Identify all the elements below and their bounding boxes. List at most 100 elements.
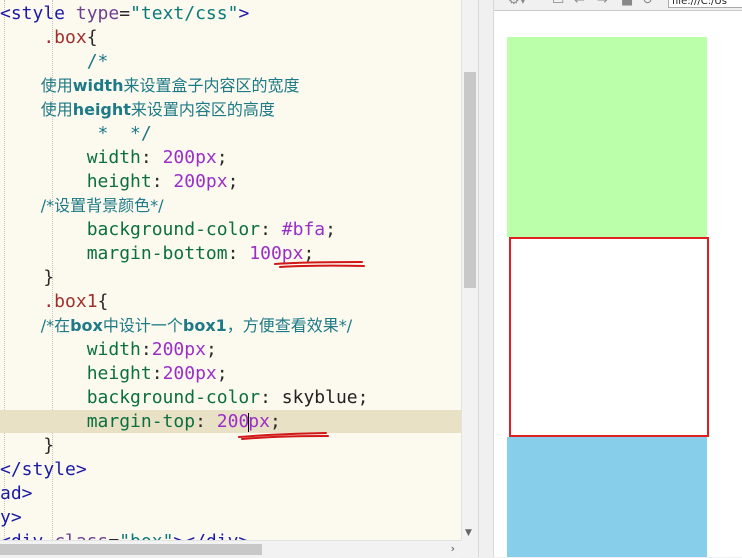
- code-token: <style: [0, 3, 76, 24]
- code-token: background-color: [0, 387, 261, 408]
- code-token: px: [184, 339, 206, 360]
- code-line: 使用width来设置盒子内容区的宽度: [0, 74, 300, 98]
- code-line: width:200px;: [0, 338, 217, 362]
- code-token: ，方便查看效果*/: [226, 316, 353, 335]
- code-token: background-color: [0, 219, 261, 240]
- scroll-right-arrow-icon[interactable]: ›: [451, 542, 455, 555]
- code-token: 使用: [0, 100, 73, 119]
- scroll-down-arrow-icon[interactable]: ▼: [465, 528, 472, 538]
- code-token: {: [86, 27, 98, 48]
- code-token: * */: [0, 123, 152, 144]
- code-token: </style>: [0, 459, 87, 480]
- code-token: 200: [151, 339, 185, 360]
- code-editor[interactable]: <style type="text/css"> .box{ /* 使用width…: [0, 0, 461, 540]
- code-token: /*: [0, 51, 109, 72]
- code-token: "box": [119, 531, 173, 540]
- annotation-underline: [274, 261, 365, 268]
- code-token: <div: [0, 531, 54, 540]
- box-element: [507, 37, 707, 237]
- code-line: margin-bottom: 100px;: [0, 242, 315, 266]
- code-token: 200: [162, 363, 196, 384]
- horizontal-scrollbar[interactable]: ›: [0, 540, 461, 558]
- code-token: ;: [216, 147, 228, 168]
- code-token: /*在: [0, 316, 71, 335]
- code-line: .box{: [0, 26, 98, 50]
- code-token: =: [108, 531, 119, 540]
- code-token: :: [195, 411, 217, 432]
- scrollbar-thumb[interactable]: [464, 72, 476, 288]
- code-token: }: [0, 267, 55, 288]
- code-line: * */: [0, 122, 152, 146]
- annotation-underline: [238, 432, 329, 440]
- code-token: skyblue: [281, 387, 358, 408]
- code-token: ;: [269, 411, 281, 432]
- code-token: ad>: [0, 483, 33, 504]
- refresh-icon[interactable]: ↻: [642, 0, 653, 8]
- settings-gear-icon[interactable]: ⚙▾: [508, 0, 526, 8]
- code-token: 来设置内容区的高度: [130, 100, 275, 119]
- code-token: :: [260, 219, 282, 240]
- code-token: :: [260, 387, 282, 408]
- code-token: margin-bottom: [0, 243, 228, 264]
- code-line: /*设置背景颜色*/: [0, 194, 164, 218]
- code-token: {: [97, 291, 109, 312]
- scrollbar-thumb[interactable]: [0, 544, 262, 555]
- code-token: /*设置背景颜色*/: [0, 196, 164, 215]
- code-token: width: [0, 147, 141, 168]
- code-line: background-color: #bfa;: [0, 218, 336, 242]
- code-token: .box: [0, 27, 87, 48]
- code-token: ></div>: [173, 531, 249, 540]
- code-token: :: [140, 339, 152, 360]
- code-line: y>: [0, 506, 22, 530]
- code-token: box1: [182, 316, 227, 335]
- code-token: px: [195, 147, 217, 168]
- code-token: height: [0, 171, 152, 192]
- code-line: 使用height来设置内容区的高度: [0, 98, 275, 122]
- code-token: ;: [357, 387, 369, 408]
- scrollbar-corner: [461, 540, 478, 557]
- stop-icon[interactable]: ■: [621, 0, 633, 8]
- code-token: box: [70, 316, 103, 335]
- code-token: y>: [0, 507, 22, 528]
- code-token: 200: [173, 171, 206, 192]
- code-token: 200: [162, 147, 196, 168]
- code-token: >: [238, 3, 250, 24]
- code-token: width: [0, 339, 141, 360]
- forward-arrow-icon[interactable]: →: [597, 0, 608, 8]
- image-icon[interactable]: ▭: [552, 0, 564, 8]
- code-token: 来设置盒子内容区的宽度: [123, 76, 300, 95]
- code-token: :: [227, 243, 250, 264]
- code-token: type: [75, 3, 120, 24]
- code-token: px: [195, 363, 217, 384]
- code-token: ;: [205, 339, 217, 360]
- address-bar[interactable]: file:///C:/Us: [668, 0, 742, 8]
- code-token: :: [151, 363, 163, 384]
- code-token: height: [72, 100, 131, 119]
- code-token: "text/css": [130, 3, 239, 24]
- code-line: /*: [0, 50, 109, 74]
- code-token: :: [140, 147, 163, 168]
- code-line: </style>: [0, 458, 87, 482]
- code-line: <div class="box"></div>: [0, 530, 249, 540]
- code-token: px: [248, 411, 270, 432]
- code-token: 使用: [0, 76, 73, 95]
- code-line: <style type="text/css">: [0, 2, 249, 26]
- code-line: width: 200px;: [0, 146, 228, 170]
- code-token: px: [205, 171, 228, 192]
- code-line: }: [0, 434, 54, 458]
- code-token: .box1: [0, 291, 98, 312]
- annotation-outline: [509, 237, 709, 437]
- code-token: ;: [325, 219, 336, 240]
- code-token: 200: [216, 411, 250, 432]
- code-line: height:200px;: [0, 362, 228, 386]
- code-line: height: 200px;: [0, 170, 239, 194]
- code-line: background-color: skyblue;: [0, 386, 369, 410]
- vertical-scrollbar[interactable]: ▼: [461, 0, 478, 540]
- code-token: margin-top: [0, 411, 196, 432]
- code-line: .box1{: [0, 290, 108, 314]
- panel-divider[interactable]: [478, 0, 494, 557]
- code-token: width: [72, 76, 124, 95]
- back-arrow-icon[interactable]: ←: [574, 0, 585, 8]
- code-token: =: [119, 3, 131, 24]
- code-token: 中设计一个: [102, 316, 183, 335]
